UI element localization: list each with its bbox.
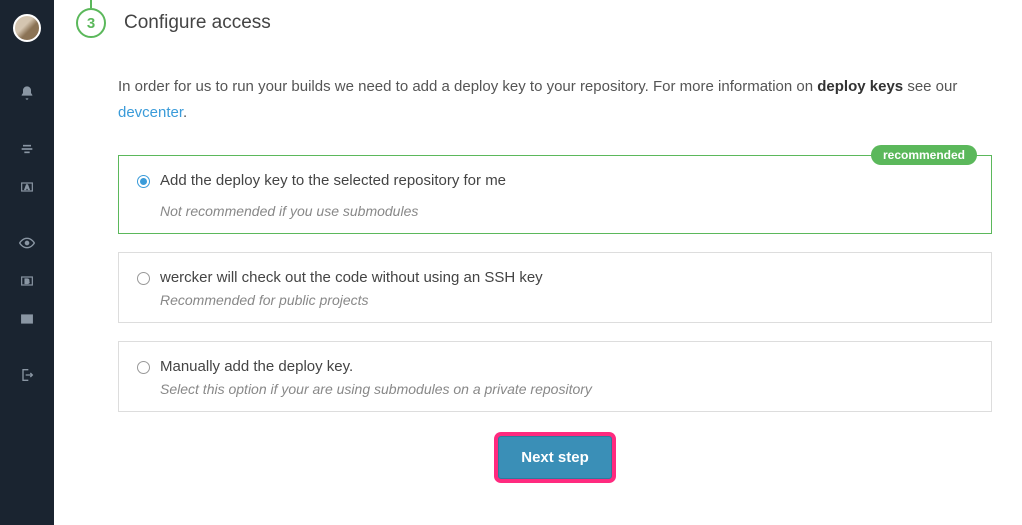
intro-suffix: . <box>183 104 187 121</box>
intro-prefix: In order for us to run your builds we ne… <box>118 78 817 95</box>
next-step-button[interactable]: Next step <box>498 436 612 479</box>
option-manual[interactable]: Manually add the deploy key. Select this… <box>118 341 992 412</box>
notifications-icon[interactable] <box>0 74 54 112</box>
radio-no-ssh[interactable] <box>137 272 150 285</box>
app-a-icon[interactable]: A <box>0 168 54 206</box>
logout-icon[interactable] <box>0 356 54 394</box>
option-auto-deploy-key[interactable]: recommended Add the deploy key to the se… <box>118 155 992 234</box>
main-content: 3 Configure access In order for us to ru… <box>54 0 1022 525</box>
avatar[interactable] <box>13 14 41 42</box>
option-no-ssh[interactable]: wercker will check out the code without … <box>118 252 992 323</box>
menu-icon[interactable] <box>0 130 54 168</box>
option-label: Add the deploy key to the selected repos… <box>160 172 506 189</box>
option-label: Manually add the deploy key. <box>160 358 353 375</box>
option-hint: Recommended for public projects <box>160 292 973 308</box>
intro-mid: see our <box>903 78 957 95</box>
app-s-icon[interactable]: S <box>0 300 54 338</box>
recommended-badge: recommended <box>871 145 977 165</box>
step-title: Configure access <box>124 12 271 34</box>
intro-strong: deploy keys <box>817 78 903 95</box>
step-header: 3 Configure access <box>76 8 992 38</box>
app-b-icon[interactable]: B <box>0 262 54 300</box>
step-number-badge: 3 <box>76 8 106 38</box>
action-row: Next step <box>118 436 992 479</box>
devcenter-link[interactable]: devcenter <box>118 104 183 121</box>
svg-text:S: S <box>25 317 30 324</box>
eye-icon[interactable] <box>0 224 54 262</box>
radio-auto[interactable] <box>137 175 150 188</box>
option-hint: Not recommended if you use submodules <box>137 203 973 219</box>
option-label: wercker will check out the code without … <box>160 269 543 286</box>
radio-manual[interactable] <box>137 361 150 374</box>
intro-text: In order for us to run your builds we ne… <box>118 74 992 125</box>
sidebar: A B S <box>0 0 54 525</box>
svg-text:B: B <box>25 279 30 286</box>
option-hint: Select this option if your are using sub… <box>160 381 973 397</box>
svg-text:A: A <box>25 185 30 192</box>
